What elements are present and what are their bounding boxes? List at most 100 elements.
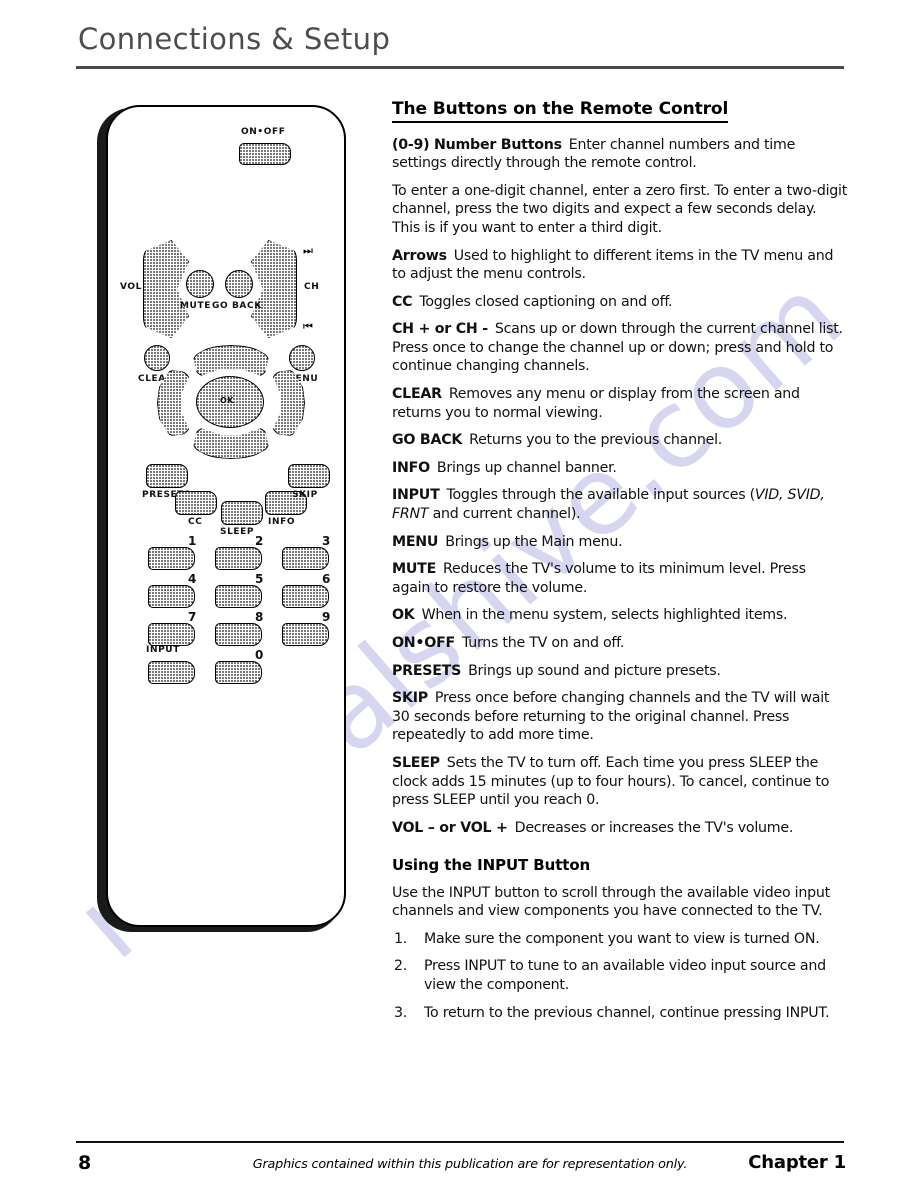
- step-item: To return to the previous channel, conti…: [394, 1004, 830, 1022]
- glossary-entry: VOL – or VOL + Decreases or increases the…: [392, 819, 848, 838]
- glossary-entry: GO BACK Returns you to the previous chann…: [392, 431, 848, 450]
- glossary-definition: Sets the TV to turn off. Each time you p…: [392, 754, 830, 809]
- subsection-title: Using the INPUT Button: [392, 856, 591, 875]
- remote-key-number-1: [148, 547, 195, 570]
- remote-key-on-off: [239, 143, 291, 165]
- definition-tail: and current channel).: [428, 506, 581, 523]
- remote-key-sleep: [221, 501, 263, 525]
- step-item: Make sure the component you want to view…: [394, 930, 820, 948]
- remote-label-info: INFO: [268, 517, 296, 527]
- remote-key-number-8: [215, 623, 262, 646]
- remote-label-vol: VOL: [120, 282, 142, 292]
- remote-control-diagram: ON•OFF VOL CH ⏭ ⏮ MUTE GO BACK CLEAR MEN…: [70, 96, 370, 956]
- glossary-term: SLEEP: [392, 754, 440, 771]
- remote-label-number-0: 0: [255, 648, 264, 662]
- glossary-definition: Returns you to the previous channel.: [469, 432, 723, 449]
- glossary-term: GO BACK: [392, 432, 463, 449]
- remote-label-number-4: 4: [188, 572, 197, 586]
- remote-label-number-1: 1: [188, 534, 197, 548]
- glossary-definition: Removes any menu or display from the scr…: [392, 386, 800, 421]
- glossary-entry: To enter a one-digit channel, enter a ze…: [392, 182, 848, 238]
- chapter-label: Chapter 1: [748, 1152, 846, 1173]
- remote-key-volume-rocker: [143, 240, 189, 338]
- remote-key-cc: [175, 491, 217, 515]
- glossary-term: MENU: [392, 533, 439, 550]
- footer-disclaimer: Graphics contained within this publicati…: [252, 1157, 688, 1172]
- remote-key-number-2: [215, 547, 262, 570]
- glossary-entry: Arrows Used to highlight to different ite…: [392, 247, 848, 284]
- remote-label-number-6: 6: [322, 572, 331, 586]
- glossary-term: CC: [392, 293, 413, 310]
- remote-key-skip: [288, 464, 330, 488]
- remote-label-number-7: 7: [188, 610, 197, 624]
- glossary-term: VOL – or VOL +: [392, 819, 508, 836]
- glossary-term: SKIP: [392, 690, 428, 707]
- remote-label-number-9: 9: [322, 610, 331, 624]
- footer-divider: [76, 1141, 844, 1143]
- remote-label-number-2: 2: [255, 534, 264, 548]
- button-glossary-list: (0-9) Number Buttons Enter channel number…: [392, 136, 848, 838]
- remote-label-cc: CC: [188, 517, 203, 527]
- header-divider: [76, 66, 844, 69]
- remote-label-number-5: 5: [255, 572, 264, 586]
- remote-label-skip: SKIP: [292, 490, 318, 500]
- remote-key-menu: [289, 345, 315, 371]
- remote-label-on-off: ON•OFF: [241, 127, 286, 137]
- section-title: The Buttons on the Remote Control: [392, 99, 728, 123]
- remote-key-arrow-down: [193, 427, 269, 459]
- remote-body: ON•OFF VOL CH ⏭ ⏮ MUTE GO BACK CLEAR MEN…: [106, 105, 346, 927]
- glossary-definition: When in the menu system, selects highlig…: [421, 607, 788, 624]
- page-number: 8: [78, 1152, 92, 1174]
- glossary-definition: Toggles closed captioning on and off.: [419, 293, 673, 310]
- remote-key-go-back: [225, 270, 253, 298]
- remote-key-number-5: [215, 585, 262, 608]
- remote-key-number-3: [282, 547, 329, 570]
- glossary-definition: Reduces the TV's volume to its minimum l…: [392, 561, 806, 596]
- remote-key-channel-rocker: [251, 240, 297, 338]
- remote-key-arrow-up: [193, 345, 269, 377]
- remote-label-ok: OK: [220, 396, 234, 405]
- remote-label-ch: CH: [304, 282, 320, 292]
- input-button-steps: Make sure the component you want to view…: [392, 930, 848, 1022]
- glossary-entry: INPUT Toggles through the available input…: [392, 486, 848, 523]
- remote-key-clear: [144, 345, 170, 371]
- remote-key-presets: [146, 464, 188, 488]
- glossary-entry: INFO Brings up channel banner.: [392, 459, 848, 478]
- source-name-vid: VID,: [754, 487, 784, 504]
- glossary-entry: CH + or CH - Scans up or down through the…: [392, 320, 848, 376]
- glossary-entry: OK When in the menu system, selects highl…: [392, 606, 848, 625]
- glossary-definition: To enter a one-digit channel, enter a ze…: [392, 182, 848, 236]
- glossary-entry: PRESETS Brings up sound and picture prese…: [392, 662, 848, 681]
- step-item: Press INPUT to tune to an available vide…: [394, 957, 826, 993]
- glossary-entry: MUTE Reduces the TV's volume to its minim…: [392, 560, 848, 597]
- remote-key-mute: [186, 270, 214, 298]
- glossary-term: MUTE: [392, 561, 437, 578]
- glossary-term: PRESETS: [392, 662, 462, 679]
- skip-back-icon: ⏮: [303, 321, 313, 333]
- remote-key-number-9: [282, 623, 329, 646]
- glossary-entry: SLEEP Sets the TV to turn off. Each time …: [392, 754, 848, 810]
- glossary-term: (0-9) Number Buttons: [392, 136, 562, 153]
- page-header-title: Connections & Setup: [78, 22, 391, 56]
- glossary-definition: Turns the TV on and off.: [461, 635, 625, 652]
- skip-forward-icon: ⏭: [303, 245, 313, 257]
- remote-label-number-3: 3: [322, 534, 331, 548]
- remote-label-mute: MUTE: [180, 301, 211, 311]
- glossary-term: INFO: [392, 459, 430, 476]
- remote-label-sleep: SLEEP: [220, 527, 255, 537]
- remote-label-number-8: 8: [255, 610, 264, 624]
- remote-key-input: [148, 661, 195, 684]
- glossary-entry: (0-9) Number Buttons Enter channel number…: [392, 136, 848, 173]
- remote-key-number-6: [282, 585, 329, 608]
- glossary-entry: SKIP Press once before changing channels …: [392, 689, 848, 745]
- body-text-column: The Buttons on the Remote Control (0-9) …: [392, 99, 848, 1031]
- glossary-term: CH + or CH -: [392, 321, 488, 338]
- glossary-definition: Decreases or increases the TV's volume.: [514, 819, 794, 836]
- remote-key-number-4: [148, 585, 195, 608]
- remote-label-input: INPUT: [146, 645, 180, 655]
- glossary-entry: CLEAR Removes any menu or display from th…: [392, 385, 848, 422]
- glossary-entry: MENU Brings up the Main menu.: [392, 533, 848, 552]
- glossary-term: INPUT: [392, 487, 440, 504]
- glossary-definition: Brings up the Main menu.: [445, 533, 623, 550]
- glossary-entry: CC Toggles closed captioning on and off.: [392, 293, 848, 312]
